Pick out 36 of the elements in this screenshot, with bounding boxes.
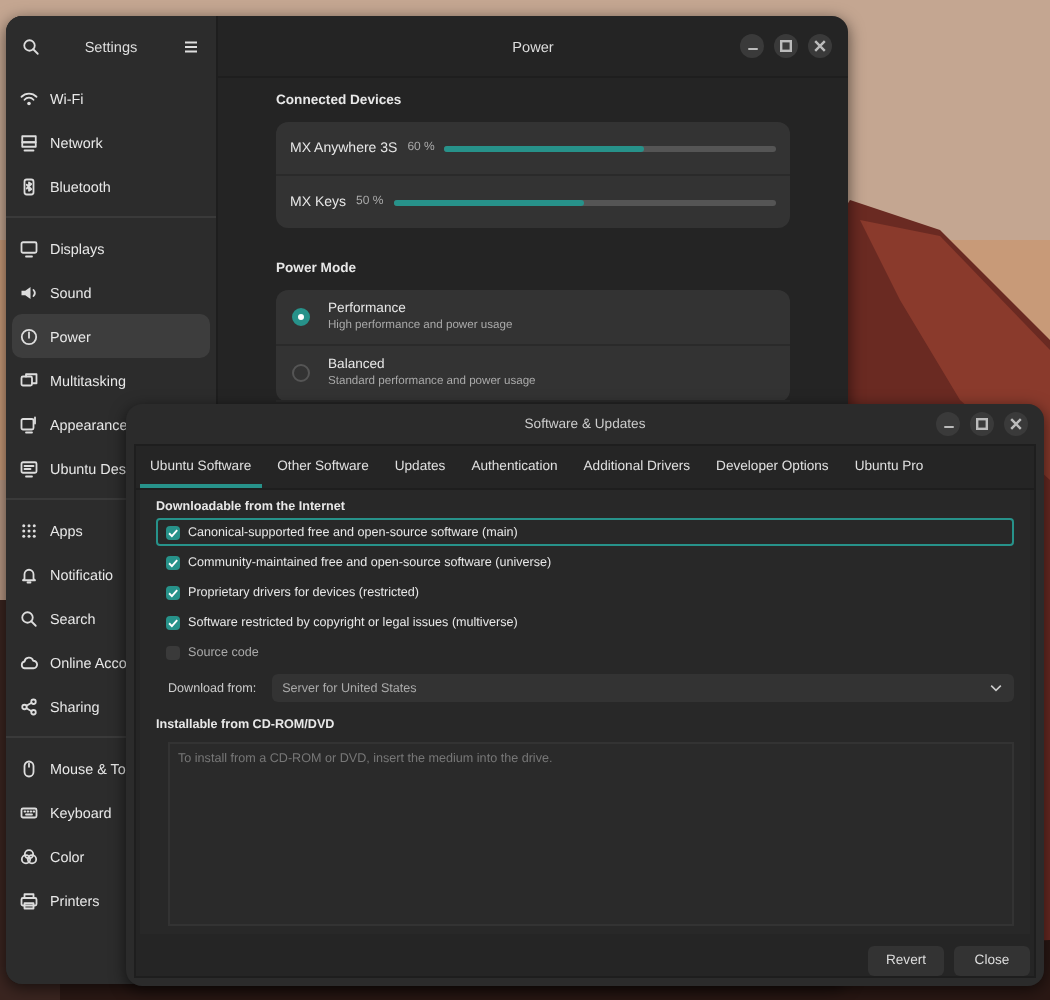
radio-button[interactable]	[292, 364, 310, 382]
bell-icon	[20, 565, 38, 583]
printer-icon	[20, 891, 38, 909]
monitor-icon	[20, 239, 38, 257]
speaker-icon	[20, 283, 38, 301]
bluetooth-icon	[20, 177, 38, 195]
mouse-icon	[20, 759, 38, 777]
checkbox[interactable]	[166, 555, 180, 569]
checkbox[interactable]	[166, 525, 180, 539]
checkbox[interactable]	[166, 585, 180, 599]
minimize-button[interactable]	[740, 34, 764, 58]
wifi-icon	[20, 89, 38, 107]
network-icon	[20, 133, 38, 151]
minimize-icon	[747, 47, 757, 50]
checkbox[interactable]	[166, 615, 180, 629]
minimize-icon	[943, 425, 953, 428]
cloud-icon	[20, 653, 38, 671]
maximize-icon	[774, 34, 798, 58]
share-icon	[20, 697, 38, 715]
maximize-button[interactable]	[970, 412, 994, 436]
search-icon[interactable]	[22, 37, 40, 55]
search-icon	[20, 609, 38, 627]
close-button[interactable]	[1004, 412, 1028, 436]
maximize-icon	[970, 412, 994, 436]
close-button[interactable]	[808, 34, 832, 58]
menu-icon[interactable]	[182, 37, 200, 55]
windows-icon	[20, 371, 38, 389]
color-icon	[20, 847, 38, 865]
radio-button[interactable]	[292, 308, 310, 326]
desktop-icon	[20, 459, 38, 477]
chevron-down-icon	[988, 680, 1004, 696]
maximize-button[interactable]	[774, 34, 798, 58]
keyboard-icon	[20, 803, 38, 821]
grid-icon	[20, 521, 38, 539]
minimize-button[interactable]	[936, 412, 960, 436]
power-icon	[20, 327, 38, 345]
